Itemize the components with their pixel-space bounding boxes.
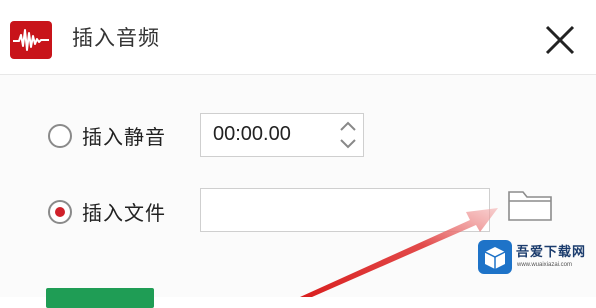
watermark-url: www.wuaixiazai.com	[517, 262, 573, 268]
folder-icon	[508, 191, 552, 221]
file-path-input[interactable]	[200, 188, 490, 232]
silence-label: 插入静音	[82, 125, 166, 149]
increment-button[interactable]	[337, 118, 359, 134]
file-label: 插入文件	[82, 201, 166, 225]
silence-duration-value: 00:00.00	[213, 123, 291, 145]
dialog-title: 插入音频	[72, 26, 160, 50]
file-radio[interactable]	[48, 200, 72, 224]
browse-folder-button[interactable]	[506, 186, 554, 224]
site-watermark: 吾爱下载网 www.wuaixiazai.com	[476, 240, 594, 278]
watermark-name: 吾爱下载网	[516, 245, 587, 260]
decrement-button[interactable]	[337, 136, 359, 152]
chevron-down-icon	[340, 139, 356, 149]
confirm-button[interactable]	[46, 288, 154, 308]
title-bar: 插入音频	[0, 0, 596, 75]
silence-radio[interactable]	[48, 124, 72, 148]
chevron-up-icon	[340, 121, 356, 131]
watermark-box-icon	[478, 240, 512, 274]
close-icon	[545, 25, 575, 55]
silence-duration-stepper[interactable]: 00:00.00	[200, 113, 364, 157]
duration-spinner	[337, 118, 359, 152]
audio-waveform-icon	[10, 21, 52, 59]
close-button[interactable]	[540, 20, 580, 60]
